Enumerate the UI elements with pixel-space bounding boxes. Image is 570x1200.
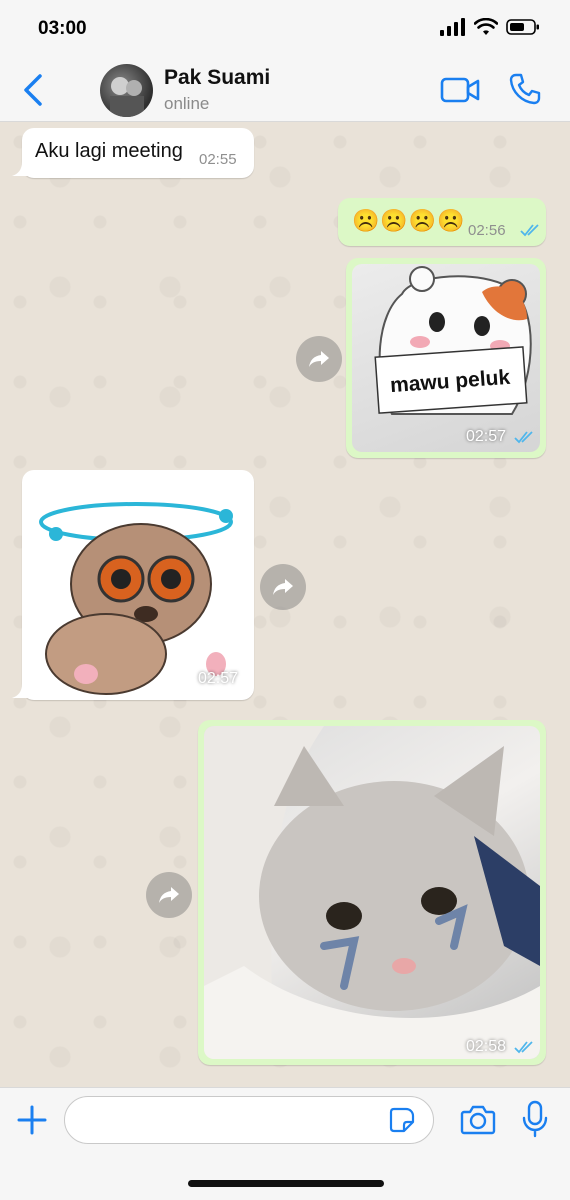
status-bar: 03:00 bbox=[0, 0, 570, 58]
bubble-tail bbox=[12, 162, 28, 176]
read-ticks-icon bbox=[514, 431, 533, 444]
outgoing-message[interactable]: ☹️☹️☹️☹️ 02:56 bbox=[338, 198, 546, 246]
wifi-icon bbox=[474, 18, 498, 35]
avatar-photo bbox=[110, 77, 144, 117]
forward-icon bbox=[159, 887, 179, 903]
microphone-icon[interactable] bbox=[522, 1100, 548, 1138]
forward-icon bbox=[273, 579, 293, 595]
message-time: 02:57 bbox=[466, 428, 507, 445]
incoming-sticker-message[interactable]: 02:57 bbox=[22, 470, 254, 700]
outgoing-sticker-message[interactable]: mawu peluk 02:57 bbox=[346, 258, 546, 458]
chevron-left-icon[interactable] bbox=[18, 72, 50, 108]
contact-name[interactable]: Pak Suami bbox=[164, 66, 270, 90]
phone-icon[interactable] bbox=[508, 72, 542, 106]
cat-image bbox=[204, 726, 540, 1059]
loris-image bbox=[39, 502, 233, 695]
home-indicator bbox=[188, 1180, 384, 1187]
message-time: 02:56 bbox=[468, 222, 506, 239]
message-input[interactable] bbox=[64, 1096, 434, 1144]
forward-button[interactable] bbox=[296, 336, 342, 382]
avatar[interactable] bbox=[100, 64, 153, 117]
bubble-tail bbox=[12, 684, 28, 698]
signal-icon bbox=[440, 18, 465, 36]
incoming-message[interactable]: Aku lagi meeting 02:55 bbox=[22, 128, 254, 178]
status-icons bbox=[440, 18, 540, 36]
chat-header: Pak Suami online bbox=[0, 58, 570, 122]
message-time: 02:57 bbox=[198, 670, 239, 687]
message-input-bar bbox=[0, 1087, 570, 1200]
loris-sticker bbox=[26, 474, 250, 696]
battery-icon bbox=[506, 19, 539, 35]
read-ticks-icon bbox=[520, 224, 539, 237]
forward-button[interactable] bbox=[146, 872, 192, 918]
forward-button[interactable] bbox=[260, 564, 306, 610]
read-ticks-icon bbox=[514, 1041, 533, 1054]
status-time: 03:00 bbox=[38, 18, 87, 39]
video-camera-icon[interactable] bbox=[440, 74, 480, 106]
camera-icon[interactable] bbox=[460, 1104, 496, 1136]
message-text: Aku lagi meeting bbox=[35, 140, 183, 162]
chat-area[interactable]: Aku lagi meeting 02:55 ☹️☹️☹️☹️ 02:56 ma… bbox=[0, 122, 570, 1087]
hamster-sticker: mawu peluk bbox=[352, 264, 540, 452]
sticker-icon[interactable] bbox=[389, 1107, 415, 1133]
message-time: 02:58 bbox=[466, 1038, 507, 1055]
forward-icon bbox=[309, 351, 329, 367]
outgoing-photo-message[interactable]: 02:58 bbox=[198, 720, 546, 1065]
hamster-image bbox=[374, 266, 532, 415]
message-time: 02:55 bbox=[199, 151, 237, 168]
plus-icon[interactable] bbox=[16, 1104, 48, 1136]
message-text: ☹️☹️☹️☹️ bbox=[352, 208, 466, 233]
contact-status: online bbox=[164, 94, 210, 113]
cat-photo bbox=[204, 726, 540, 1059]
